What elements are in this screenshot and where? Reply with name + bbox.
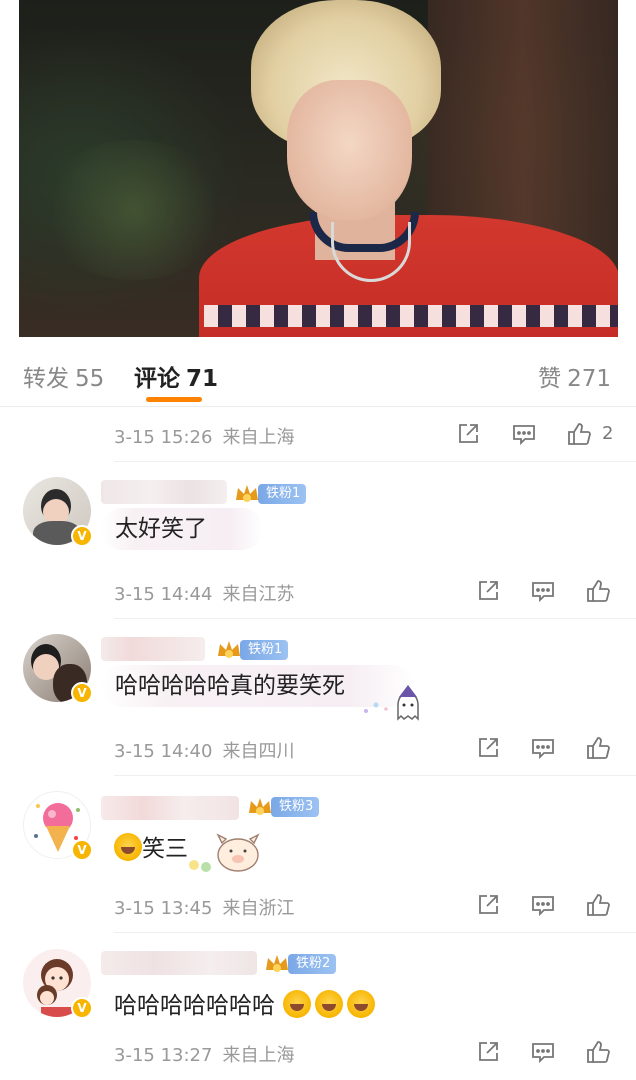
verified-badge-icon: V bbox=[71, 997, 93, 1019]
laughing-emoji-icon bbox=[315, 990, 343, 1018]
comment-icon[interactable] bbox=[530, 578, 556, 604]
comment-meta: 3-15 15:26 来自上海 bbox=[114, 423, 294, 449]
comment-meta-row: 3-15 15:26 来自上海 2 bbox=[114, 421, 624, 451]
comment-icon[interactable] bbox=[530, 735, 556, 761]
photo-foliage bbox=[39, 140, 229, 280]
comment-meta: 3-15 14:40 来自四川 bbox=[114, 737, 294, 763]
comment-icon[interactable] bbox=[530, 892, 556, 918]
thumbs-up-icon[interactable] bbox=[585, 1039, 611, 1065]
username-redacted[interactable] bbox=[101, 637, 205, 661]
comment-text: 笑三 bbox=[142, 836, 188, 862]
laughing-emoji-icon bbox=[283, 990, 311, 1018]
post-photo[interactable] bbox=[19, 0, 618, 345]
comment-meta-row: 3-15 13:27 来自上海 bbox=[114, 1039, 624, 1069]
comment-meta: 3-15 13:27 来自上海 bbox=[114, 1041, 294, 1067]
laughing-emoji-icon bbox=[347, 990, 375, 1018]
post-media[interactable] bbox=[0, 0, 636, 360]
comment-location: 来自浙江 bbox=[222, 898, 295, 919]
active-tab-indicator bbox=[146, 397, 202, 402]
fan-level-badge[interactable]: 铁粉3 bbox=[271, 797, 320, 817]
laughing-emoji-icon bbox=[114, 833, 142, 861]
crown-icon bbox=[236, 485, 258, 502]
comment-date: 3-15 14:44 bbox=[114, 584, 213, 605]
tab-comments-count: 71 bbox=[186, 366, 219, 392]
tab-repost-label: 转发 bbox=[23, 366, 69, 392]
comment-icon[interactable] bbox=[511, 421, 537, 447]
tab-bar: 转发 55 评论 71 赞 271 bbox=[0, 337, 636, 407]
photo-shirt-stripe bbox=[204, 305, 618, 327]
tab-likes-label: 赞 bbox=[538, 366, 562, 392]
comment-text: 太好笑了 bbox=[101, 508, 263, 550]
username-redacted[interactable] bbox=[101, 951, 257, 975]
comment-date: 3-15 13:45 bbox=[114, 898, 213, 919]
comment-meta-row: 3-15 14:40 来自四川 bbox=[114, 735, 624, 765]
divider bbox=[114, 618, 636, 619]
username-redacted[interactable] bbox=[101, 796, 239, 820]
comment-body: 笑三 bbox=[114, 829, 188, 863]
comment-location: 来自江苏 bbox=[222, 584, 295, 605]
comment-meta: 3-15 14:44 来自江苏 bbox=[114, 580, 294, 606]
tab-comments-label: 评论 bbox=[134, 366, 180, 392]
pig-sticker-icon bbox=[189, 833, 260, 872]
comment-date: 3-15 13:27 bbox=[114, 1045, 213, 1066]
thumbs-up-icon[interactable] bbox=[566, 421, 592, 447]
thumbs-up-icon[interactable] bbox=[585, 578, 611, 604]
verified-badge-icon: V bbox=[71, 682, 93, 704]
share-icon[interactable] bbox=[475, 1039, 501, 1065]
comment-icon[interactable] bbox=[530, 1039, 556, 1065]
comment-date: 3-15 14:40 bbox=[114, 741, 213, 762]
verified-badge-icon: V bbox=[71, 839, 93, 861]
fan-level-badge[interactable]: 铁粉2 bbox=[288, 954, 337, 974]
share-icon[interactable] bbox=[475, 735, 501, 761]
tab-comments[interactable]: 评论 71 bbox=[134, 359, 218, 393]
comment-location: 来自四川 bbox=[222, 741, 295, 762]
comment-meta: 3-15 13:45 来自浙江 bbox=[114, 894, 294, 920]
share-icon[interactable] bbox=[475, 578, 501, 604]
divider bbox=[114, 461, 636, 462]
tab-repost[interactable]: 转发 55 bbox=[23, 359, 104, 393]
crown-icon bbox=[266, 955, 288, 972]
share-icon[interactable] bbox=[475, 892, 501, 918]
share-icon[interactable] bbox=[455, 421, 481, 447]
fan-level-badge[interactable]: 铁粉1 bbox=[240, 640, 289, 660]
thumbs-up-icon[interactable] bbox=[585, 735, 611, 761]
comment-text: 哈哈哈哈哈哈哈 bbox=[114, 993, 275, 1019]
divider bbox=[114, 775, 636, 776]
comment-location: 来自上海 bbox=[222, 1045, 295, 1066]
comment-meta-row: 3-15 13:45 来自浙江 bbox=[114, 892, 624, 922]
comment-date: 3-15 15:26 bbox=[114, 427, 213, 448]
thumbs-up-icon[interactable] bbox=[585, 892, 611, 918]
fan-level-badge[interactable]: 铁粉1 bbox=[258, 484, 307, 504]
crown-icon bbox=[249, 798, 271, 815]
comment-location: 来自上海 bbox=[222, 427, 295, 448]
ghost-sticker-icon bbox=[364, 685, 419, 721]
comments-sheet: 转发55 评论71 赞271 3-15 15:26来自上海 2 V 铁粉 bbox=[0, 337, 636, 1080]
tab-likes[interactable]: 赞 271 bbox=[538, 359, 611, 393]
tab-likes-count: 271 bbox=[567, 366, 611, 392]
like-count: 2 bbox=[602, 423, 614, 444]
username-redacted[interactable] bbox=[101, 480, 227, 504]
tab-repost-count: 55 bbox=[75, 366, 105, 392]
crown-icon bbox=[218, 641, 240, 658]
verified-badge-icon: V bbox=[71, 525, 93, 547]
divider bbox=[114, 932, 636, 933]
comment-meta-row: 3-15 14:44 来自江苏 bbox=[114, 578, 624, 608]
comment-body: 哈哈哈哈哈哈哈 bbox=[114, 986, 375, 1020]
photo-face bbox=[287, 80, 412, 220]
